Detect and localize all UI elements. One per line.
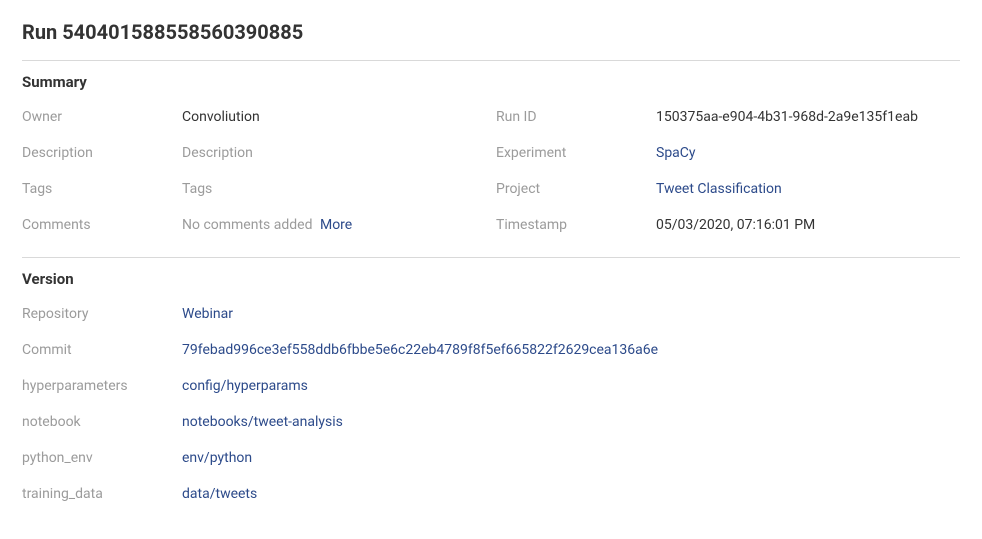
hyperparameters-label: hyperparameters — [22, 378, 172, 394]
training-data-label: training_data — [22, 486, 172, 502]
timestamp-label: Timestamp — [496, 217, 646, 233]
notebook-label: notebook — [22, 414, 172, 430]
project-label: Project — [496, 181, 646, 197]
divider — [22, 60, 960, 61]
experiment-label: Experiment — [496, 145, 646, 161]
comments-cell: No comments added More — [182, 217, 486, 233]
description-placeholder[interactable]: Description — [182, 145, 486, 161]
version-heading: Version — [22, 270, 960, 288]
comments-more-link[interactable]: More — [320, 217, 352, 233]
run-details-page: Run 540401588558560390885 Summary Owner … — [0, 0, 982, 522]
owner-label: Owner — [22, 109, 172, 125]
training-data-link[interactable]: data/tweets — [182, 486, 960, 502]
python-env-link[interactable]: env/python — [182, 450, 960, 466]
hyperparameters-link[interactable]: config/hyperparams — [182, 378, 960, 394]
notebook-link[interactable]: notebooks/tweet-analysis — [182, 414, 960, 430]
timestamp-value: 05/03/2020, 07:16:01 PM — [656, 217, 960, 233]
project-link[interactable]: Tweet Classification — [656, 181, 960, 197]
commit-link[interactable]: 79febad996ce3ef558ddb6fbbe5e6c22eb4789f8… — [182, 342, 960, 358]
comments-value: No comments added — [182, 217, 312, 233]
tags-label: Tags — [22, 181, 172, 197]
tags-placeholder[interactable]: Tags — [182, 181, 486, 197]
repository-label: Repository — [22, 306, 172, 322]
commit-label: Commit — [22, 342, 172, 358]
comments-label: Comments — [22, 217, 172, 233]
version-grid: Repository Webinar Commit 79febad996ce3e… — [22, 306, 960, 502]
python-env-label: python_env — [22, 450, 172, 466]
summary-grid: Owner Convoliution Run ID 150375aa-e904-… — [22, 109, 960, 233]
runid-label: Run ID — [496, 109, 646, 125]
divider — [22, 257, 960, 258]
description-label: Description — [22, 145, 172, 161]
page-title: Run 540401588558560390885 — [22, 20, 960, 44]
owner-value: Convoliution — [182, 109, 486, 125]
summary-heading: Summary — [22, 73, 960, 91]
repository-link[interactable]: Webinar — [182, 306, 960, 322]
experiment-link[interactable]: SpaCy — [656, 145, 960, 161]
runid-value: 150375aa-e904-4b31-968d-2a9e135f1eab — [656, 109, 960, 125]
